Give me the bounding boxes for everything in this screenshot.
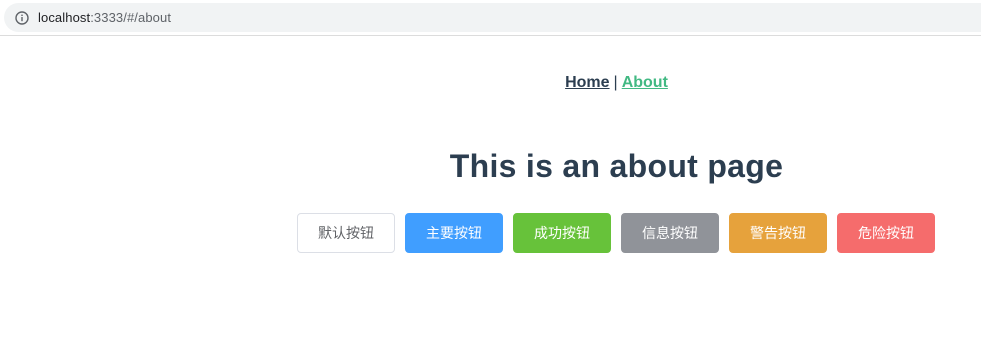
main-nav: Home | About (0, 74, 981, 92)
browser-address-bar: localhost:3333/#/about (0, 0, 981, 36)
url-path: :3333/#/about (90, 10, 172, 25)
nav-link-home[interactable]: Home (565, 74, 609, 91)
button-group: 默认按钮 主要按钮 成功按钮 信息按钮 警告按钮 危险按钮 (297, 213, 935, 253)
nav-separator: | (613, 74, 618, 91)
url-field[interactable]: localhost:3333/#/about (4, 3, 981, 32)
default-button[interactable]: 默认按钮 (297, 213, 395, 253)
info-button[interactable]: 信息按钮 (621, 213, 719, 253)
warning-button[interactable]: 警告按钮 (729, 213, 827, 253)
success-button[interactable]: 成功按钮 (513, 213, 611, 253)
url-text[interactable]: localhost:3333/#/about (38, 10, 171, 25)
url-host: localhost (38, 10, 91, 25)
primary-button[interactable]: 主要按钮 (405, 213, 503, 253)
danger-button[interactable]: 危险按钮 (837, 213, 935, 253)
info-circle-icon[interactable] (15, 10, 29, 25)
page-title: This is an about page (449, 148, 784, 184)
nav-link-about[interactable]: About (622, 74, 668, 91)
